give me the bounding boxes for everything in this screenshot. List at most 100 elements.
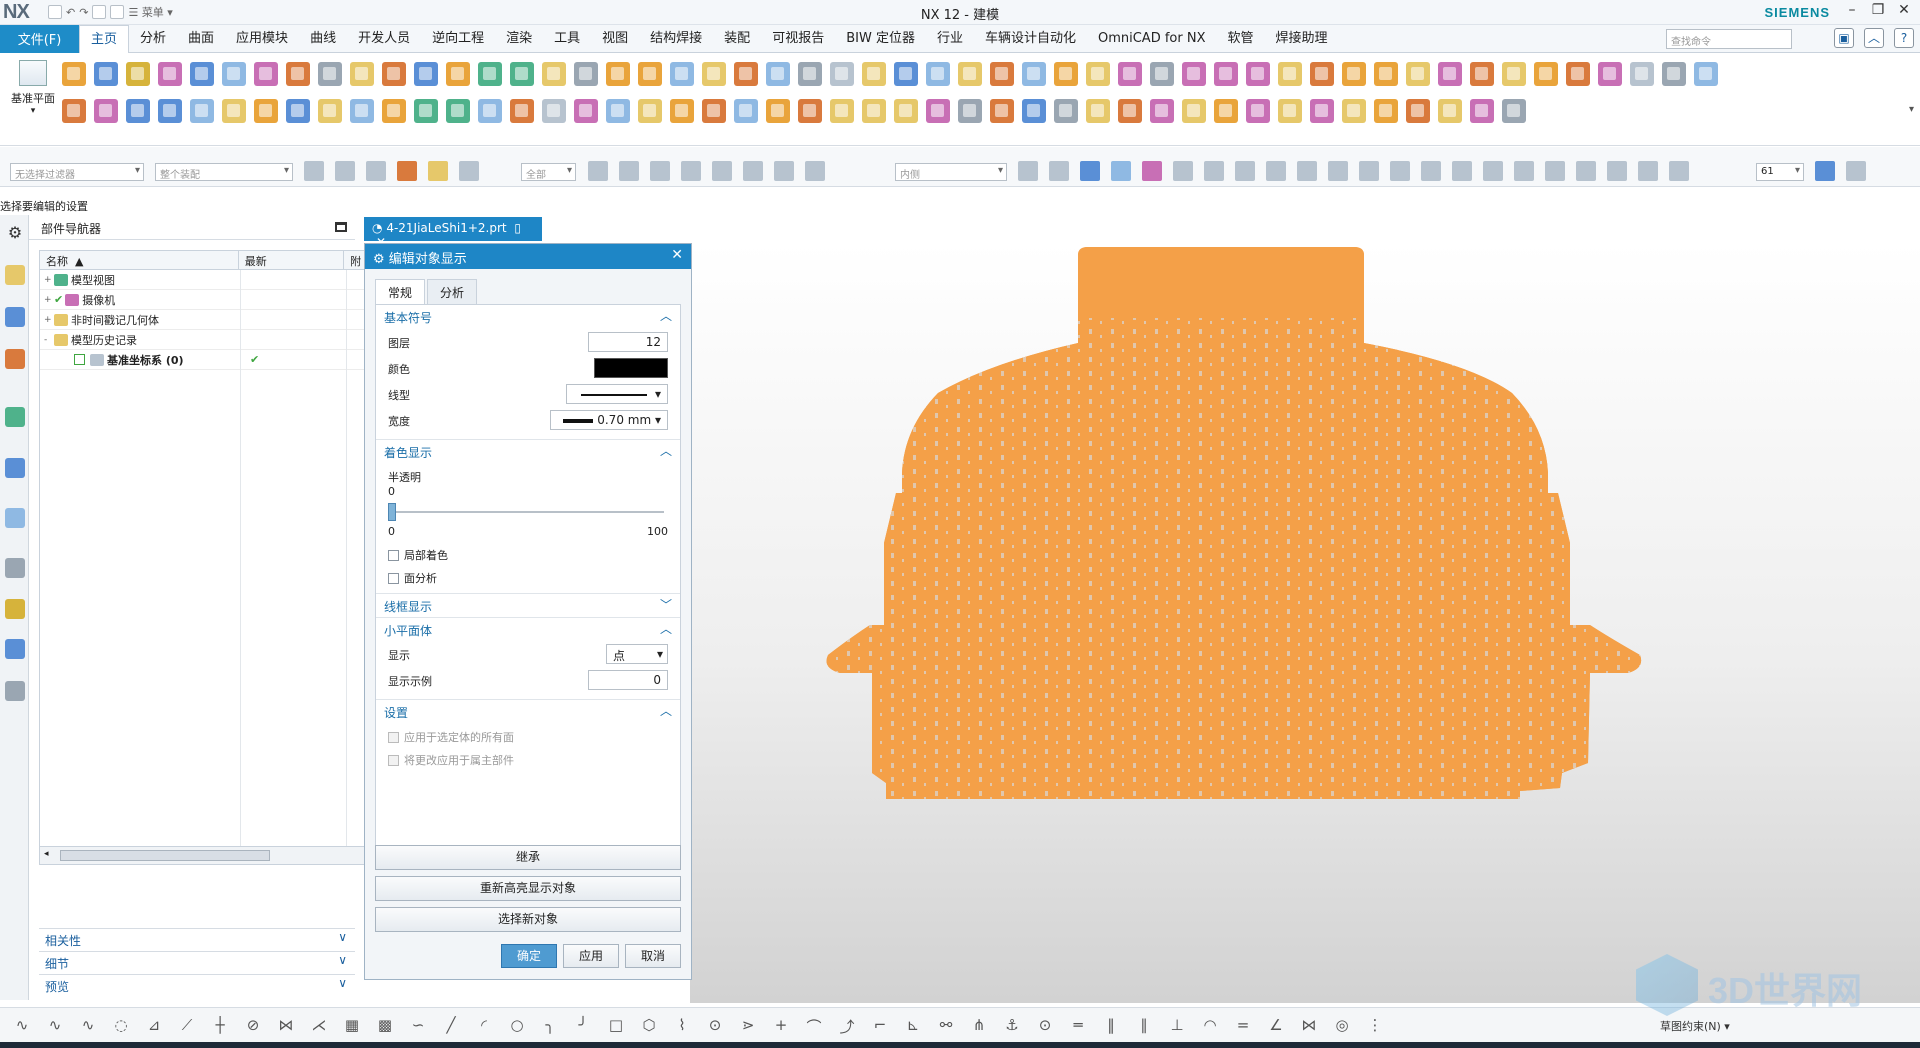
tab-assembly[interactable]: 装配 (713, 25, 761, 53)
tab-biw-locator[interactable]: BIW 定位器 (835, 25, 926, 53)
vertical-icon[interactable]: ‖ (1099, 1016, 1123, 1036)
perpendicular-icon[interactable]: ⊥ (1165, 1016, 1189, 1036)
zoom-level-dropdown[interactable]: 61 (1756, 163, 1804, 181)
linetype-dropdown[interactable]: ▾ (566, 384, 668, 404)
eraser-icon[interactable] (1638, 161, 1658, 181)
equal-icon[interactable]: = (1231, 1016, 1255, 1036)
snap-point-icon[interactable] (428, 161, 448, 181)
dialog-close-icon[interactable]: ✕ (671, 247, 683, 263)
sew-icon[interactable] (542, 99, 566, 123)
flat-icon[interactable] (894, 99, 918, 123)
trim-icon[interactable] (798, 62, 822, 86)
tree-row-datum-csys[interactable]: 基准坐标系 (0) ✔ (40, 350, 380, 370)
subtract-icon[interactable] (894, 62, 918, 86)
convergent-icon[interactable] (1022, 99, 1046, 123)
expand-icon[interactable]: + (44, 315, 54, 325)
lasso-icon[interactable] (805, 161, 825, 181)
extract-icon[interactable] (1662, 62, 1686, 86)
tab-reverse-engineering[interactable]: 逆向工程 (421, 25, 495, 53)
tab-analysis[interactable]: 分析 (129, 25, 177, 53)
studio-render-icon[interactable] (1142, 161, 1162, 181)
tank-icon[interactable] (350, 99, 374, 123)
tab-curve[interactable]: 曲线 (299, 25, 347, 53)
existing-point-icon[interactable] (774, 161, 794, 181)
point-set-icon[interactable] (414, 99, 438, 123)
angle-icon[interactable]: ∠ (1264, 1016, 1288, 1036)
point-icon[interactable]: ⋗ (736, 1016, 760, 1036)
geometric-constraint-icon[interactable]: ⚯ (934, 1016, 958, 1036)
boss-icon[interactable] (190, 99, 214, 123)
cross-icon[interactable] (1545, 161, 1565, 181)
tab-tools[interactable]: 工具 (543, 25, 591, 53)
section-settings[interactable]: 设置 ︿ (376, 699, 680, 723)
undo-icon[interactable]: ↶ (66, 6, 75, 19)
edge-blend-icon[interactable] (222, 99, 246, 123)
cylinder2-icon[interactable] (1310, 99, 1334, 123)
pattern-curve-icon[interactable]: ▦ (340, 1016, 364, 1036)
grid-icon[interactable] (1278, 99, 1302, 123)
measure-icon[interactable] (574, 62, 598, 86)
column-latest-header[interactable]: 最新 (239, 251, 345, 269)
project-icon[interactable] (1566, 62, 1590, 86)
lattice-icon[interactable] (1374, 99, 1398, 123)
sketch-icon[interactable] (350, 62, 374, 86)
settings-gear-icon[interactable]: ⚙ (5, 223, 25, 243)
tab-industry[interactable]: 行业 (926, 25, 974, 53)
arc-center-icon[interactable] (712, 161, 732, 181)
fit-spline-icon[interactable]: ∿ (76, 1016, 100, 1036)
filter-icon[interactable] (1846, 161, 1866, 181)
part-navigator-icon[interactable] (5, 349, 25, 369)
face-analysis-icon[interactable] (1111, 161, 1131, 181)
hole-icon[interactable] (1118, 62, 1142, 86)
ok-button[interactable]: 确定 (501, 944, 557, 968)
line-icon[interactable]: ╱ (439, 1016, 463, 1036)
extension-icon[interactable] (702, 99, 726, 123)
horizontal-scrollbar[interactable]: ◂ ▸ (40, 846, 380, 864)
layer-input[interactable]: 12 (588, 332, 668, 352)
fill-hole-icon[interactable] (1214, 99, 1238, 123)
repair-icon[interactable] (1086, 99, 1110, 123)
process-studio-icon[interactable] (5, 639, 25, 659)
camera-icon[interactable] (1607, 161, 1627, 181)
tab-visual-report[interactable]: 可视报告 (761, 25, 835, 53)
tree-row-cameras[interactable]: + ✔ 摄像机 (40, 290, 380, 310)
sketch-constraint-dropdown[interactable]: 草图约束(N) ▾ (1660, 1018, 1730, 1034)
endpoint-icon[interactable] (588, 161, 608, 181)
contour-icon[interactable] (926, 99, 950, 123)
save-icon[interactable] (48, 5, 62, 19)
through-curves-icon[interactable] (1374, 62, 1398, 86)
tab-view[interactable]: 视图 (591, 25, 639, 53)
inherit-button[interactable]: 继承 (375, 845, 681, 870)
offset-icon[interactable] (734, 62, 758, 86)
n-sided-icon[interactable] (1438, 62, 1462, 86)
tab-weld-assistant[interactable]: 焊接助理 (1265, 25, 1339, 53)
grid-view-icon[interactable] (1669, 161, 1689, 181)
shaded-edges-icon[interactable] (1018, 161, 1038, 181)
fillet-icon[interactable] (638, 99, 662, 123)
arc-profile-icon[interactable]: ∽ (406, 1016, 430, 1036)
pad-icon[interactable] (62, 99, 86, 123)
bend-icon[interactable] (862, 99, 886, 123)
apply-button[interactable]: 应用 (563, 944, 619, 968)
scrollbar-thumb[interactable] (60, 850, 270, 861)
clock-icon[interactable] (5, 558, 25, 578)
emboss-icon[interactable] (1054, 62, 1078, 86)
pattern-icon[interactable] (382, 62, 406, 86)
mirror-icon[interactable] (1022, 62, 1046, 86)
collapse-ribbon-icon[interactable]: ︿ (1864, 28, 1884, 48)
section-preview[interactable]: 预览 ∨ (39, 974, 355, 996)
patch-icon[interactable] (1310, 62, 1334, 86)
face-icon[interactable] (702, 62, 726, 86)
tab-developer[interactable]: 开发人员 (347, 25, 421, 53)
quadrant-icon[interactable] (743, 161, 763, 181)
ruled-icon[interactable] (1406, 62, 1430, 86)
studio-spline-icon[interactable]: ∿ (43, 1016, 67, 1036)
tab-applications[interactable]: 应用模块 (225, 25, 299, 53)
section-icon[interactable] (1630, 62, 1654, 86)
layout-icon[interactable] (110, 5, 125, 19)
fullscreen-icon[interactable]: ▣ (1834, 28, 1854, 48)
parallel-icon[interactable]: ∥ (1132, 1016, 1156, 1036)
snap-cloud-icon[interactable] (1235, 161, 1255, 181)
mirror-curve-icon[interactable]: ⋈ (274, 1016, 298, 1036)
selection-filter-dropdown[interactable]: 无选择过滤器 (10, 163, 144, 181)
